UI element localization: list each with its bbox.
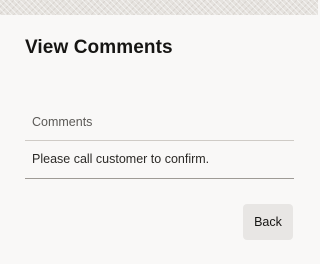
comments-column-header: Comments — [25, 105, 294, 141]
background-header-band — [0, 0, 318, 15]
comments-table: Comments Please call customer to confirm… — [25, 105, 294, 179]
comment-text: Please call customer to confirm. — [32, 152, 210, 166]
comment-row: Please call customer to confirm. — [25, 141, 294, 179]
back-button[interactable]: Back — [243, 204, 293, 240]
dialog-title: View Comments — [25, 37, 173, 58]
